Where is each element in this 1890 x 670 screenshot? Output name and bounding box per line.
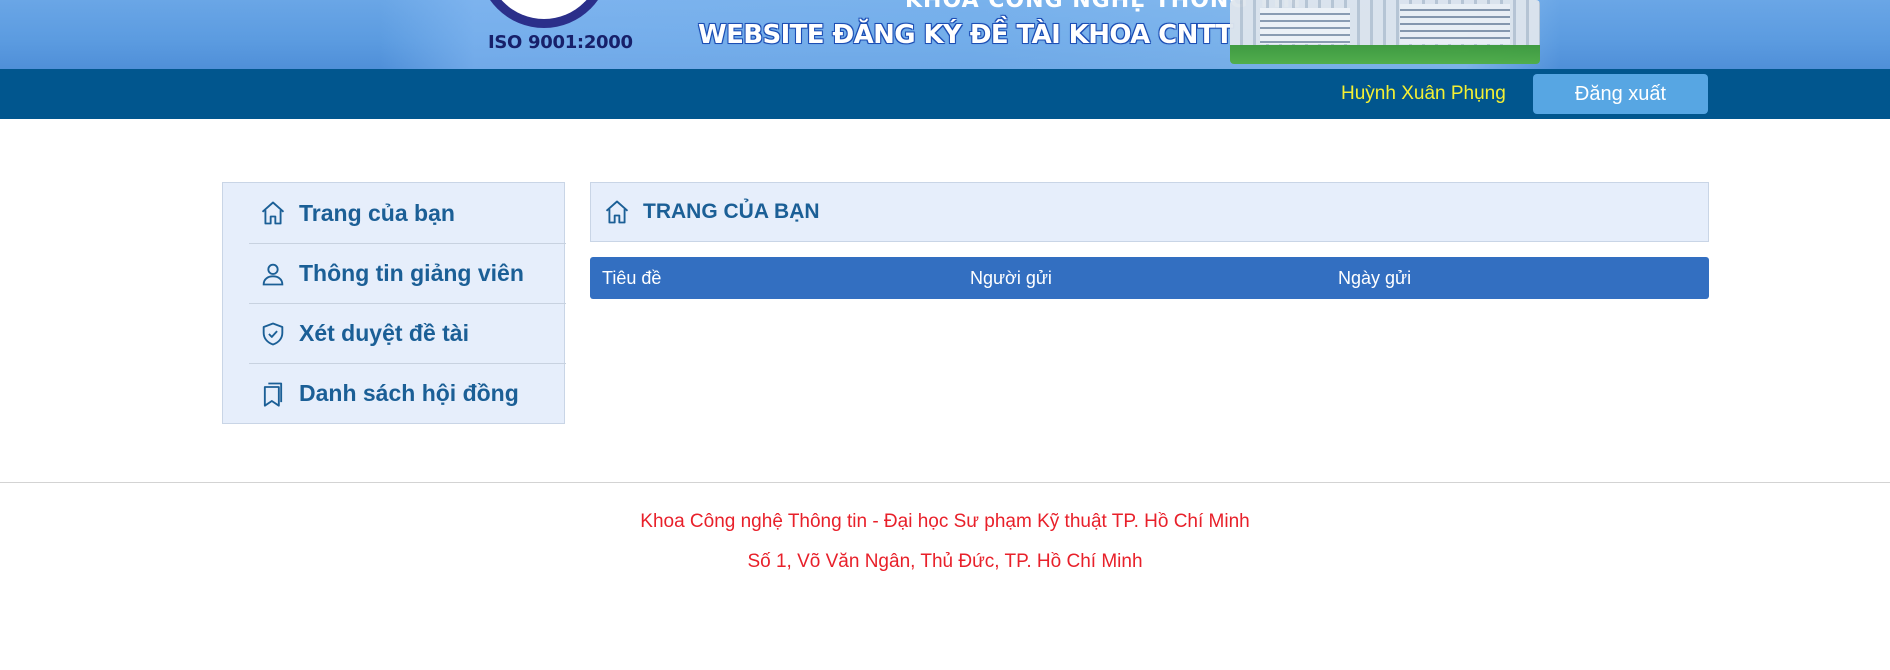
sidebar-item-label: Thông tin giảng viên [299, 260, 524, 286]
site-banner: ISO 9001:2000 KHOA CÔNG NGHỆ THÔNG TIN W… [0, 0, 1890, 69]
logout-button[interactable]: Đăng xuất [1533, 74, 1708, 114]
sidebar-item-label: Trang của bạn [299, 199, 455, 226]
home-icon [603, 198, 631, 226]
footer-address: Số 1, Võ Văn Ngân, Thủ Đức, TP. Hồ Chí M… [747, 551, 1143, 572]
sidebar-item-council-list[interactable]: Danh sách hội đồng [249, 363, 566, 423]
sidebar-menu: Trang của bạn Thông tin giảng viên Xét d… [222, 182, 566, 424]
shield-check-icon [259, 320, 287, 348]
page-title: TRANG CỦA BẠN [643, 200, 820, 223]
messages-table-header: Tiêu đề Người gửi Ngày gửi [590, 257, 1709, 299]
sidebar-item-review-topics[interactable]: Xét duyệt đề tài [249, 303, 566, 363]
home-icon [259, 199, 287, 227]
iso-label: ISO 9001:2000 [488, 32, 633, 53]
user-name: Huỳnh Xuân Phụng [1341, 83, 1506, 104]
column-header-title: Tiêu đề [602, 268, 662, 288]
column-header-date: Ngày gửi [1338, 268, 1412, 288]
user-icon [259, 260, 287, 288]
page-header: TRANG CỦA BẠN [590, 182, 1709, 242]
footer-divider [0, 482, 1890, 483]
column-header-sender: Người gửi [970, 268, 1052, 288]
sidebar-item-lecturer-info[interactable]: Thông tin giảng viên [249, 243, 566, 303]
site-title: WEBSITE ĐĂNG KÝ ĐỀ TÀI KHOA CNTT [698, 20, 1233, 50]
bookmarks-icon [259, 380, 287, 408]
sidebar-item-label: Danh sách hội đồng [299, 380, 519, 406]
campus-building-image [1230, 0, 1540, 64]
footer-faculty: Khoa Công nghệ Thông tin - Đại học Sư ph… [640, 511, 1250, 532]
sidebar-item-label: Xét duyệt đề tài [299, 320, 469, 346]
top-navbar: Huỳnh Xuân Phụng Đăng xuất [0, 69, 1890, 119]
sidebar-item-my-page[interactable]: Trang của bạn [249, 183, 566, 243]
